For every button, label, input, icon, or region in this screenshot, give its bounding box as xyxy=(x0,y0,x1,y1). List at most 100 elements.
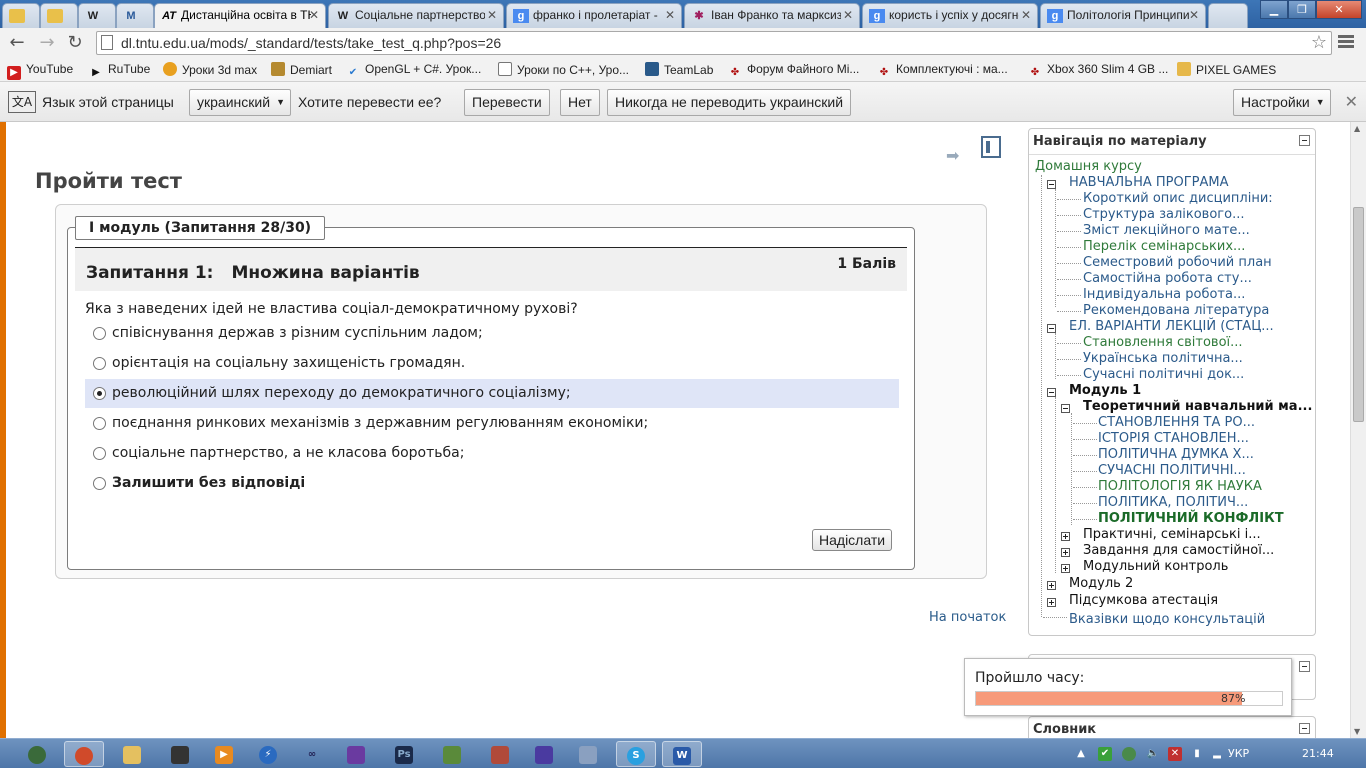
window-close-button[interactable]: ✕ xyxy=(1316,0,1362,19)
answer-option[interactable]: соціальне партнерство, а не класова боро… xyxy=(85,439,899,468)
nav-item[interactable]: Індивідуальна робота... xyxy=(1083,287,1245,302)
tab-8[interactable]: ✱ Іван Франко та марксизм ✕ xyxy=(684,3,860,28)
language-select[interactable]: украинский ▼ xyxy=(189,89,292,116)
nav-item[interactable]: Теоретичний навчальний ма... xyxy=(1083,399,1312,414)
tree-collapse-icon[interactable] xyxy=(1061,404,1070,413)
nav-item[interactable]: Самостійна робота сту... xyxy=(1083,271,1252,286)
nav-item[interactable]: Сучасні політичні док... xyxy=(1083,367,1244,382)
nav-item[interactable]: Зміст лекційного мате... xyxy=(1083,223,1250,238)
network-icon[interactable]: ✕ xyxy=(1168,747,1182,761)
tree-collapse-icon[interactable] xyxy=(1047,324,1056,333)
taskbar-photoshop[interactable]: Ps xyxy=(384,741,424,767)
bookmark-xbox[interactable]: ✤ Xbox 360 Slim 4 GB ... xyxy=(1028,62,1169,80)
translate-button[interactable]: Перевести xyxy=(464,89,550,116)
nav-item[interactable]: Модуль 1 xyxy=(1069,383,1141,398)
taskbar-skype[interactable]: S xyxy=(616,741,656,767)
tab-3[interactable]: W xyxy=(78,3,116,28)
to-top-link[interactable]: На початок xyxy=(929,610,1006,625)
close-icon[interactable]: ✕ xyxy=(309,4,319,27)
battery-icon[interactable]: ▮ xyxy=(1190,747,1204,761)
bookmark-teamlab[interactable]: TeamLab xyxy=(645,62,713,77)
tree-expand-icon[interactable] xyxy=(1061,548,1070,557)
radio-button[interactable] xyxy=(93,477,106,490)
nav-item[interactable]: Українська політична... xyxy=(1083,351,1243,366)
taskbar-app[interactable]: ⚡ xyxy=(248,741,288,767)
tree-expand-icon[interactable] xyxy=(1047,598,1056,607)
tab-10[interactable]: g Політологія Принципи ✕ xyxy=(1040,3,1206,28)
nav-item[interactable]: ЕЛ. ВАРІАНТИ ЛЕКЦІЙ (СТАЦ... xyxy=(1069,319,1274,334)
scroll-down-icon[interactable]: ▼ xyxy=(1354,727,1360,736)
close-icon[interactable]: ✕ xyxy=(487,4,497,27)
nav-item[interactable]: Модуль 2 xyxy=(1069,576,1133,591)
never-translate-button[interactable]: Никогда не переводить украинский xyxy=(607,89,852,116)
app-icon[interactable] xyxy=(1122,747,1136,761)
answer-option[interactable]: орієнтація на соціальну захищеність гром… xyxy=(85,349,899,378)
radio-button[interactable] xyxy=(93,417,106,430)
close-icon[interactable]: ✕ xyxy=(1345,92,1358,111)
answer-option[interactable]: поєднання ринкових механізмів з державни… xyxy=(85,409,899,438)
nav-item[interactable]: ПОЛІТИКА, ПОЛІТИЧ... xyxy=(1098,495,1248,510)
language-indicator[interactable]: УКР xyxy=(1228,747,1249,760)
tree-expand-icon[interactable] xyxy=(1061,564,1070,573)
reload-icon[interactable]: ↻ xyxy=(64,32,86,54)
submit-button[interactable]: Надіслати xyxy=(812,529,893,551)
close-icon[interactable]: ✕ xyxy=(843,4,853,27)
up-arrow-icon[interactable]: ▲ xyxy=(1074,747,1088,761)
collapse-icon[interactable] xyxy=(1299,135,1310,146)
tree-collapse-icon[interactable] xyxy=(1047,180,1056,189)
address-bar[interactable]: dl.tntu.edu.ua/mods/_standard/tests/take… xyxy=(96,31,1332,55)
bookmark-forum[interactable]: ✤ Форум Файного Мі... xyxy=(728,62,860,80)
radio-button[interactable] xyxy=(93,387,106,400)
minimize-button[interactable]: ▁ xyxy=(1260,0,1288,19)
bookmark-rutube[interactable]: ▶ RuTube xyxy=(89,62,150,80)
scroll-thumb[interactable] xyxy=(1353,207,1364,422)
bookmark-components[interactable]: ✤ Комплектуючі : ма... xyxy=(877,62,1008,80)
maximize-button[interactable]: ❐ xyxy=(1288,0,1316,19)
taskbar-app[interactable] xyxy=(524,741,564,767)
menu-icon[interactable] xyxy=(1338,35,1354,50)
nav-item[interactable]: Становлення світової... xyxy=(1083,335,1243,350)
nav-item[interactable]: СУЧАСНІ ПОЛІТИЧНІ... xyxy=(1098,463,1246,478)
nav-item-current[interactable]: ПОЛІТИЧНИЙ КОНФЛІКТ xyxy=(1098,511,1284,526)
scroll-up-icon[interactable]: ▲ xyxy=(1354,124,1360,133)
taskbar-calculator[interactable] xyxy=(568,741,608,767)
start-button[interactable] xyxy=(16,741,58,767)
answer-option-skip[interactable]: Залишити без відповіді xyxy=(85,469,899,498)
bookmark-youtube[interactable]: ▶ YouTube xyxy=(7,62,73,80)
nav-item[interactable]: ПОЛІТОЛОГІЯ ЯК НАУКА xyxy=(1098,479,1262,494)
nav-item[interactable]: Завдання для самостійної... xyxy=(1083,543,1274,558)
nav-item[interactable]: Підсумкова атестація xyxy=(1069,593,1218,608)
tab-1[interactable] xyxy=(2,3,40,28)
tab-6[interactable]: W Соціальне партнерство ✕ xyxy=(328,3,504,28)
forward-arrow-icon[interactable]: → xyxy=(36,32,58,54)
nav-item[interactable]: Практичні, семінарські і... xyxy=(1083,527,1261,542)
tab-7[interactable]: g франко і пролетаріат - ✕ xyxy=(506,3,682,28)
nav-item[interactable]: Модульний контроль xyxy=(1083,559,1228,574)
radio-button[interactable] xyxy=(93,447,106,460)
bookmark-3dmax[interactable]: Уроки 3d max xyxy=(163,62,257,77)
taskbar-app[interactable] xyxy=(480,741,520,767)
tree-expand-icon[interactable] xyxy=(1047,581,1056,590)
arrow-right-icon[interactable]: ➡ xyxy=(946,146,964,165)
tab-2[interactable] xyxy=(40,3,78,28)
bookmark-cpp[interactable]: Уроки по C++, Уро... xyxy=(498,62,629,77)
volume-icon[interactable]: 🔈 xyxy=(1146,747,1160,761)
bookmark-star-icon[interactable]: ☆ xyxy=(1311,32,1327,53)
new-tab-button[interactable] xyxy=(1208,3,1248,28)
close-icon[interactable]: ✕ xyxy=(665,4,675,27)
answer-option-selected[interactable]: революційний шлях переходу до демократич… xyxy=(85,379,899,408)
taskbar-app[interactable]: ∞ xyxy=(292,741,332,767)
taskbar-player[interactable]: ▶ xyxy=(204,741,244,767)
taskbar-media[interactable] xyxy=(160,741,200,767)
signal-icon[interactable]: ▂ xyxy=(1210,747,1224,761)
tab-9[interactable]: g користь і успіх у досягнен ✕ xyxy=(862,3,1038,28)
taskbar-app[interactable] xyxy=(432,741,472,767)
tree-collapse-icon[interactable] xyxy=(1047,388,1056,397)
answer-option[interactable]: співіснування держав з різним суспільним… xyxy=(85,319,899,348)
radio-button[interactable] xyxy=(93,327,106,340)
nav-item[interactable]: Рекомендована література xyxy=(1083,303,1269,318)
close-icon[interactable]: ✕ xyxy=(1021,4,1031,27)
clock[interactable]: 21:44 xyxy=(1302,747,1334,760)
nav-item[interactable]: ІСТОРІЯ СТАНОВЛЕН... xyxy=(1098,431,1249,446)
check-icon[interactable]: ✔ xyxy=(1098,747,1112,761)
